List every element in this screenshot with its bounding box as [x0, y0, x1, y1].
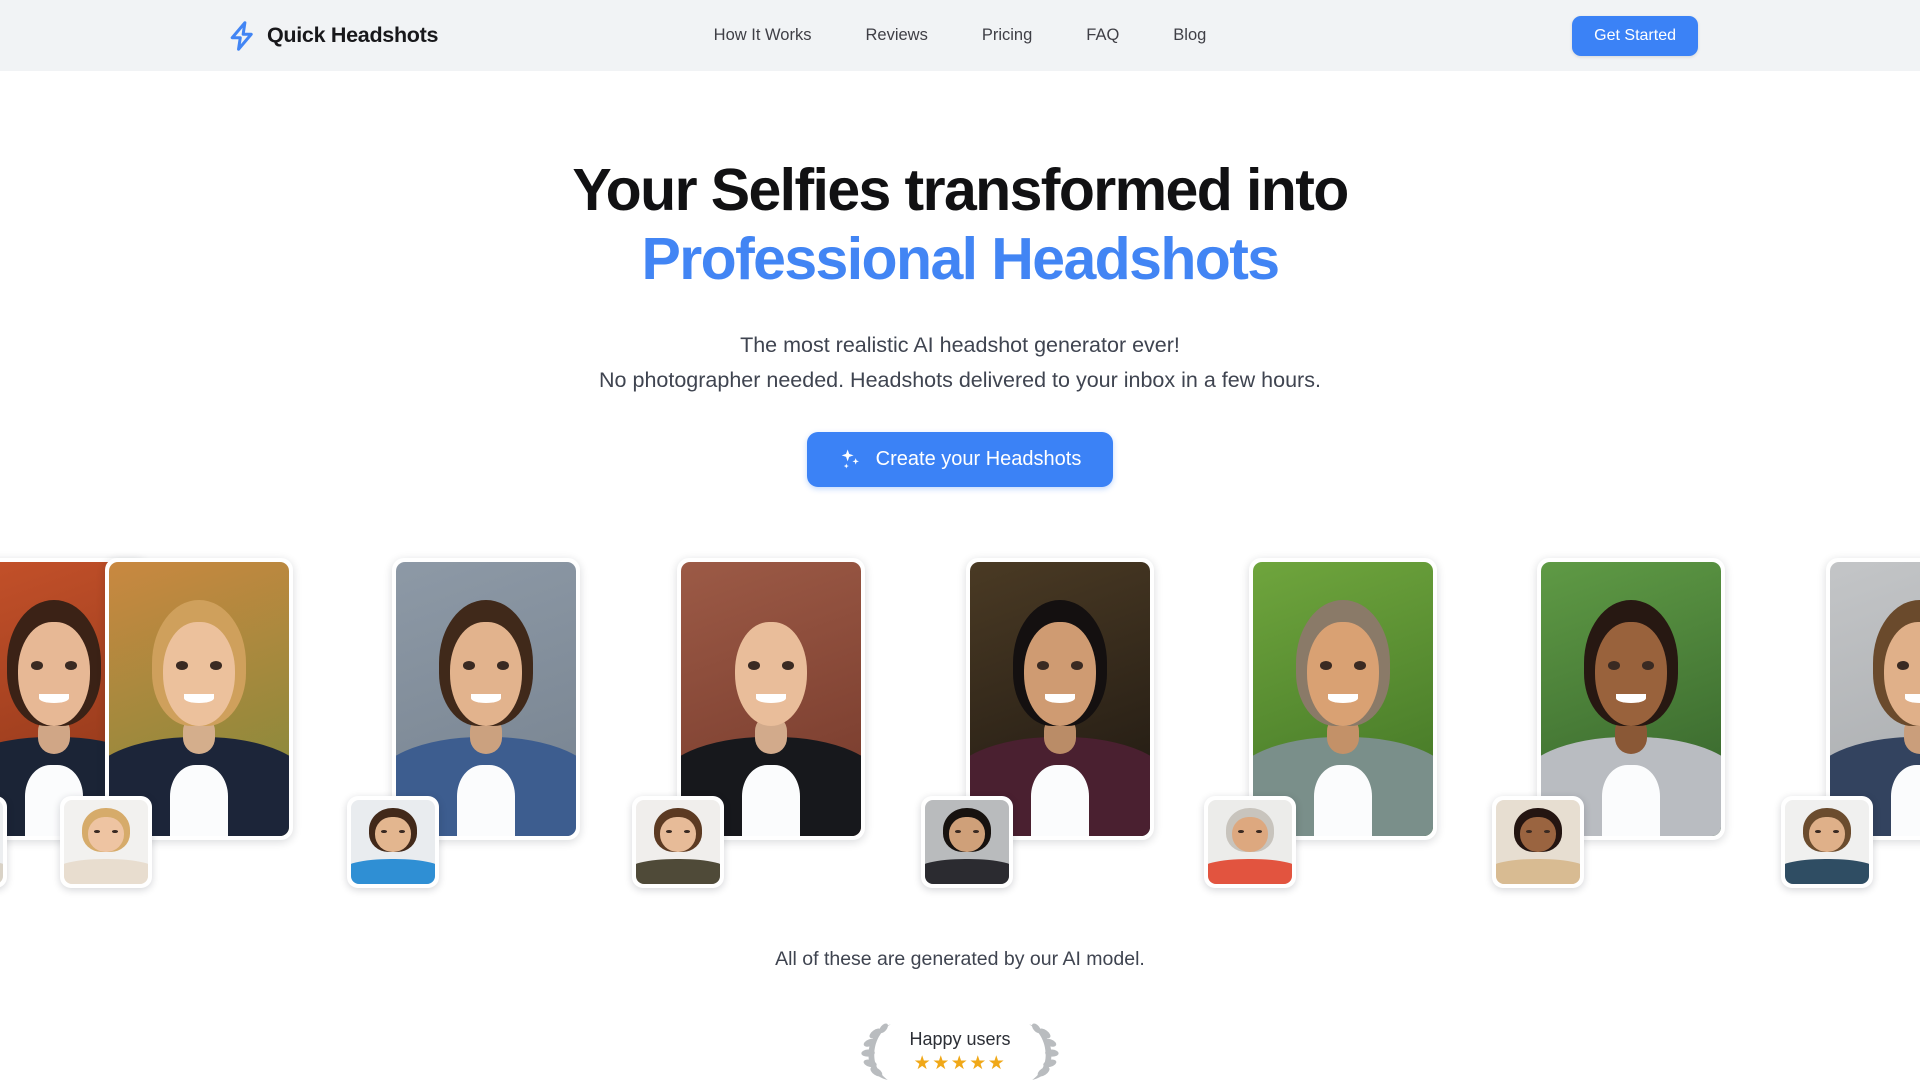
- gallery-caption: All of these are generated by our AI mod…: [775, 948, 1145, 970]
- selfie-thumbnail: [632, 796, 724, 888]
- selfie-photo: [1208, 800, 1292, 884]
- selfie-photo: [64, 800, 148, 884]
- selfie-photo: [925, 800, 1009, 884]
- happy-users-badge: Happy users ★★★★★: [859, 1020, 1060, 1082]
- selfie-photo: [0, 800, 3, 884]
- selfie-thumbnail: [921, 796, 1013, 888]
- headline-line-2: Professional Headshots: [641, 226, 1281, 293]
- hero-subtitle: The most realistic AI headshot generator…: [0, 328, 1920, 398]
- get-started-button[interactable]: Get Started: [1572, 15, 1698, 56]
- selfie-thumbnail: [1781, 796, 1873, 888]
- headshot-gallery: [0, 558, 1920, 888]
- selfie-photo: [1785, 800, 1869, 884]
- hero-cta-wrapper: Create your Headshots: [0, 431, 1920, 487]
- laurel-wreath-left-icon: [861, 1023, 891, 1080]
- brand-logo[interactable]: Quick Headshots: [228, 20, 439, 51]
- selfie-thumbnail: [60, 796, 152, 888]
- headshot-photo: [681, 562, 861, 836]
- subtitle-line-2: No photographer needed. Headshots delive…: [599, 367, 1321, 392]
- happy-users-label: Happy users: [909, 1028, 1011, 1049]
- create-headshots-label: Create your Headshots: [875, 447, 1082, 470]
- laurel-wreath-right-icon: [1029, 1023, 1059, 1080]
- headline-line-1: Your Selfies transformed into: [572, 157, 1349, 223]
- selfie-photo: [1496, 800, 1580, 884]
- badge-content: Happy users ★★★★★: [905, 1029, 1014, 1074]
- selfie-thumbnail: [1204, 796, 1296, 888]
- headshot-photo: [1541, 562, 1721, 836]
- nav-item-reviews[interactable]: Reviews: [865, 26, 927, 45]
- sparkles-icon: [841, 449, 859, 469]
- lightning-bolt-icon: [230, 20, 253, 51]
- star-rating: ★★★★★: [913, 1053, 1007, 1075]
- headshot-photo: [970, 562, 1150, 836]
- nav-item-blog[interactable]: Blog: [1173, 26, 1206, 45]
- selfie-thumbnail: [347, 796, 439, 888]
- headshot-photo: [1253, 562, 1433, 836]
- hero-section: Your Selfies transformed into Profession…: [0, 71, 1920, 487]
- brand-name: Quick Headshots: [267, 23, 439, 47]
- headshot-photo: [396, 562, 576, 836]
- selfie-photo: [636, 800, 720, 884]
- subtitle-line-1: The most realistic AI headshot generator…: [740, 333, 1180, 358]
- selfie-photo: [351, 800, 435, 884]
- nav-item-how-it-works[interactable]: How It Works: [714, 26, 812, 45]
- selfie-thumbnail: [1492, 796, 1584, 888]
- headshot-photo: [1830, 562, 1920, 836]
- nav-item-faq[interactable]: FAQ: [1086, 26, 1119, 45]
- create-headshots-button[interactable]: Create your Headshots: [806, 431, 1114, 487]
- site-header: Quick Headshots How It Works Reviews Pri…: [0, 0, 1920, 71]
- headshot-photo: [109, 562, 289, 836]
- page-title: Your Selfies transformed into Profession…: [0, 156, 1920, 294]
- selfie-thumbnail: [0, 796, 7, 888]
- main-navigation: How It Works Reviews Pricing FAQ Blog: [714, 26, 1207, 45]
- nav-item-pricing[interactable]: Pricing: [982, 26, 1032, 45]
